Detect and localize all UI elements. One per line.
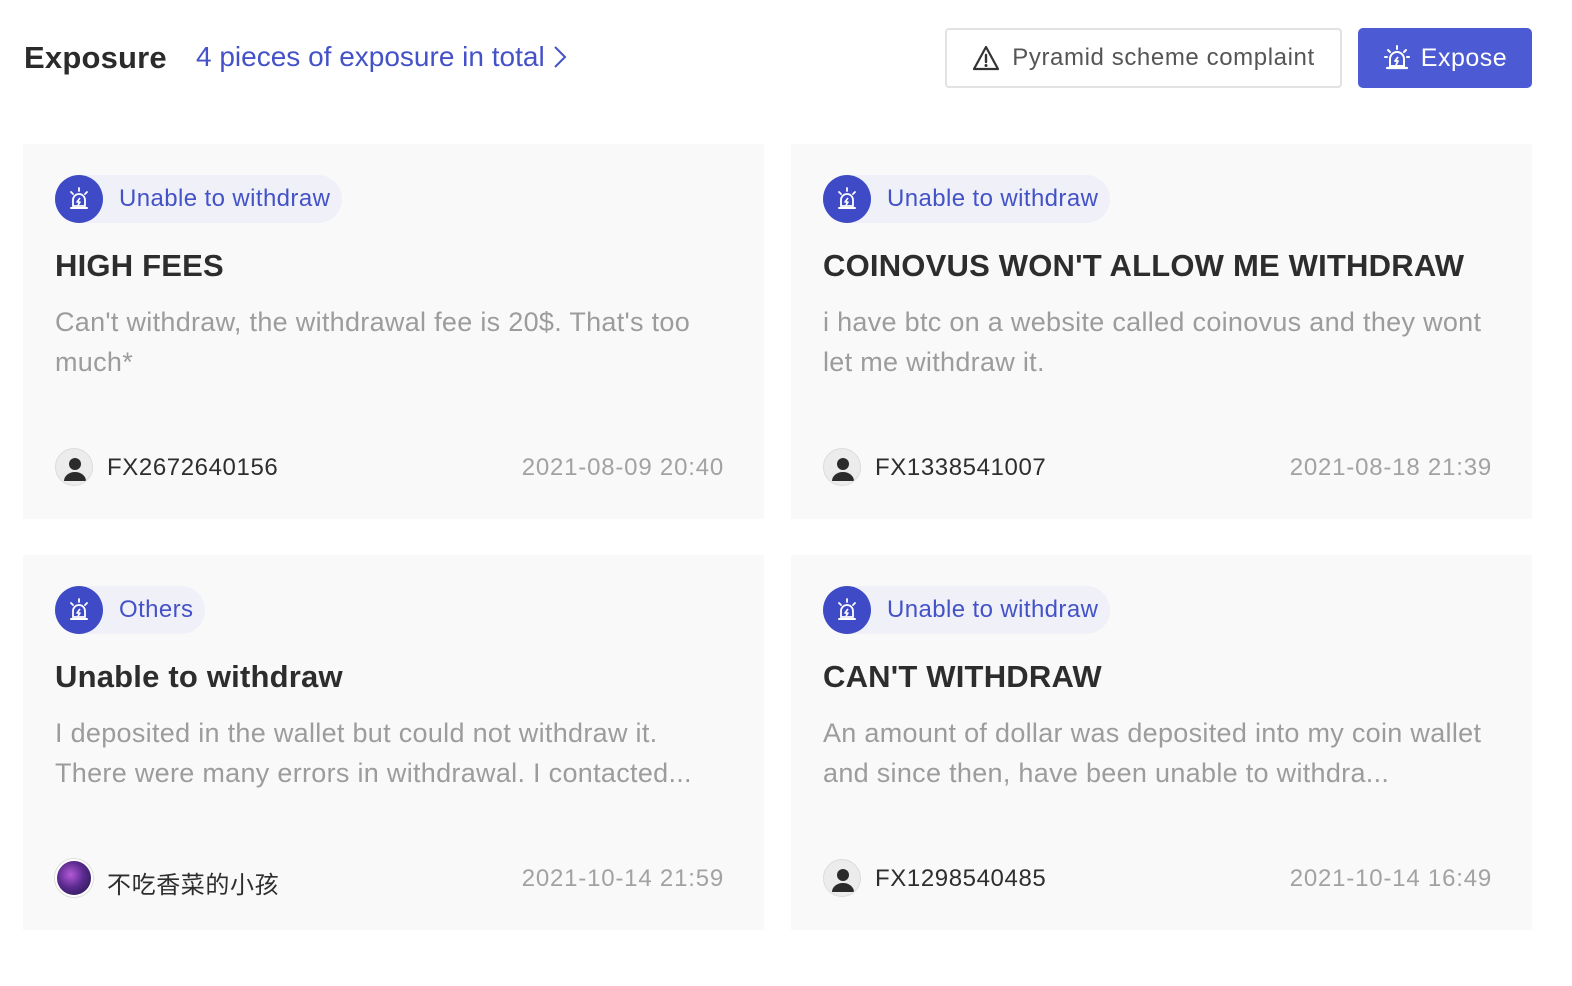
- category-tag-label: Unable to withdraw: [119, 185, 331, 212]
- category-tag: Unable to withdraw: [823, 586, 1111, 634]
- warning-triangle-icon: [973, 45, 1000, 71]
- post-date: 2021-08-09 20:40: [521, 454, 724, 481]
- category-tag: Unable to withdraw: [55, 175, 343, 223]
- card-title: Unable to withdraw: [55, 659, 343, 694]
- header: Exposure 4 pieces of exposure in total P…: [24, 28, 1532, 88]
- card-description: I deposited in the wallet but could not …: [55, 718, 692, 788]
- alarm-siren-icon: [823, 586, 871, 634]
- author-name: 不吃香菜的小孩: [107, 872, 280, 899]
- alarm-siren-icon: [1383, 45, 1410, 70]
- exposure-count-label: 4 pieces of exposure in total: [196, 41, 545, 72]
- author-name: FX1338541007: [875, 454, 1047, 481]
- avatar: [55, 859, 93, 897]
- expose-button[interactable]: Expose: [1358, 28, 1532, 88]
- exposure-card[interactable]: Unable to withdraw COINOVUS WON'T ALLOW …: [791, 144, 1532, 519]
- card-title: HIGH FEES: [55, 248, 224, 283]
- avatar: [823, 448, 861, 486]
- author-name: FX1298540485: [875, 865, 1047, 892]
- alarm-siren-icon: [823, 175, 871, 223]
- chevron-right-icon: [553, 46, 567, 68]
- category-tag-label: Others: [119, 596, 194, 623]
- exposure-card[interactable]: Unable to withdraw HIGH FEES Can't withd…: [23, 144, 764, 519]
- card-description: An amount of dollar was deposited into m…: [823, 718, 1482, 788]
- page-title: Exposure: [24, 40, 167, 75]
- avatar: [823, 859, 861, 897]
- category-tag-label: Unable to withdraw: [887, 596, 1099, 623]
- user-silhouette-icon: [64, 458, 86, 481]
- card-description: Can't withdraw, the withdrawal fee is 20…: [55, 307, 691, 377]
- alarm-siren-icon: [55, 586, 103, 634]
- category-tag: Others: [55, 586, 206, 634]
- exposure-card[interactable]: Unable to withdraw CAN'T WITHDRAW An amo…: [791, 555, 1532, 930]
- avatar: [55, 448, 93, 486]
- post-date: 2021-10-14 16:49: [1289, 865, 1492, 892]
- expose-label: Expose: [1420, 43, 1508, 72]
- category-tag: Unable to withdraw: [823, 175, 1111, 223]
- card-title: COINOVUS WON'T ALLOW ME WITHDRAW: [823, 248, 1465, 283]
- post-date: 2021-08-18 21:39: [1289, 454, 1492, 481]
- card-title: CAN'T WITHDRAW: [823, 659, 1102, 694]
- alarm-siren-icon: [55, 175, 103, 223]
- category-tag-label: Unable to withdraw: [887, 185, 1099, 212]
- user-silhouette-icon: [832, 869, 854, 892]
- user-silhouette-icon: [832, 458, 854, 481]
- card-description: i have btc on a website called coinovus …: [823, 307, 1482, 377]
- exposure-count-link[interactable]: 4 pieces of exposure in total: [196, 41, 567, 73]
- author-name: FX2672640156: [107, 454, 279, 481]
- pyramid-scheme-complaint-label: Pyramid scheme complaint: [1012, 44, 1315, 71]
- post-date: 2021-10-14 21:59: [521, 865, 724, 892]
- pyramid-scheme-complaint-button[interactable]: Pyramid scheme complaint: [945, 28, 1342, 88]
- exposure-card[interactable]: Others Unable to withdraw I deposited in…: [23, 555, 764, 930]
